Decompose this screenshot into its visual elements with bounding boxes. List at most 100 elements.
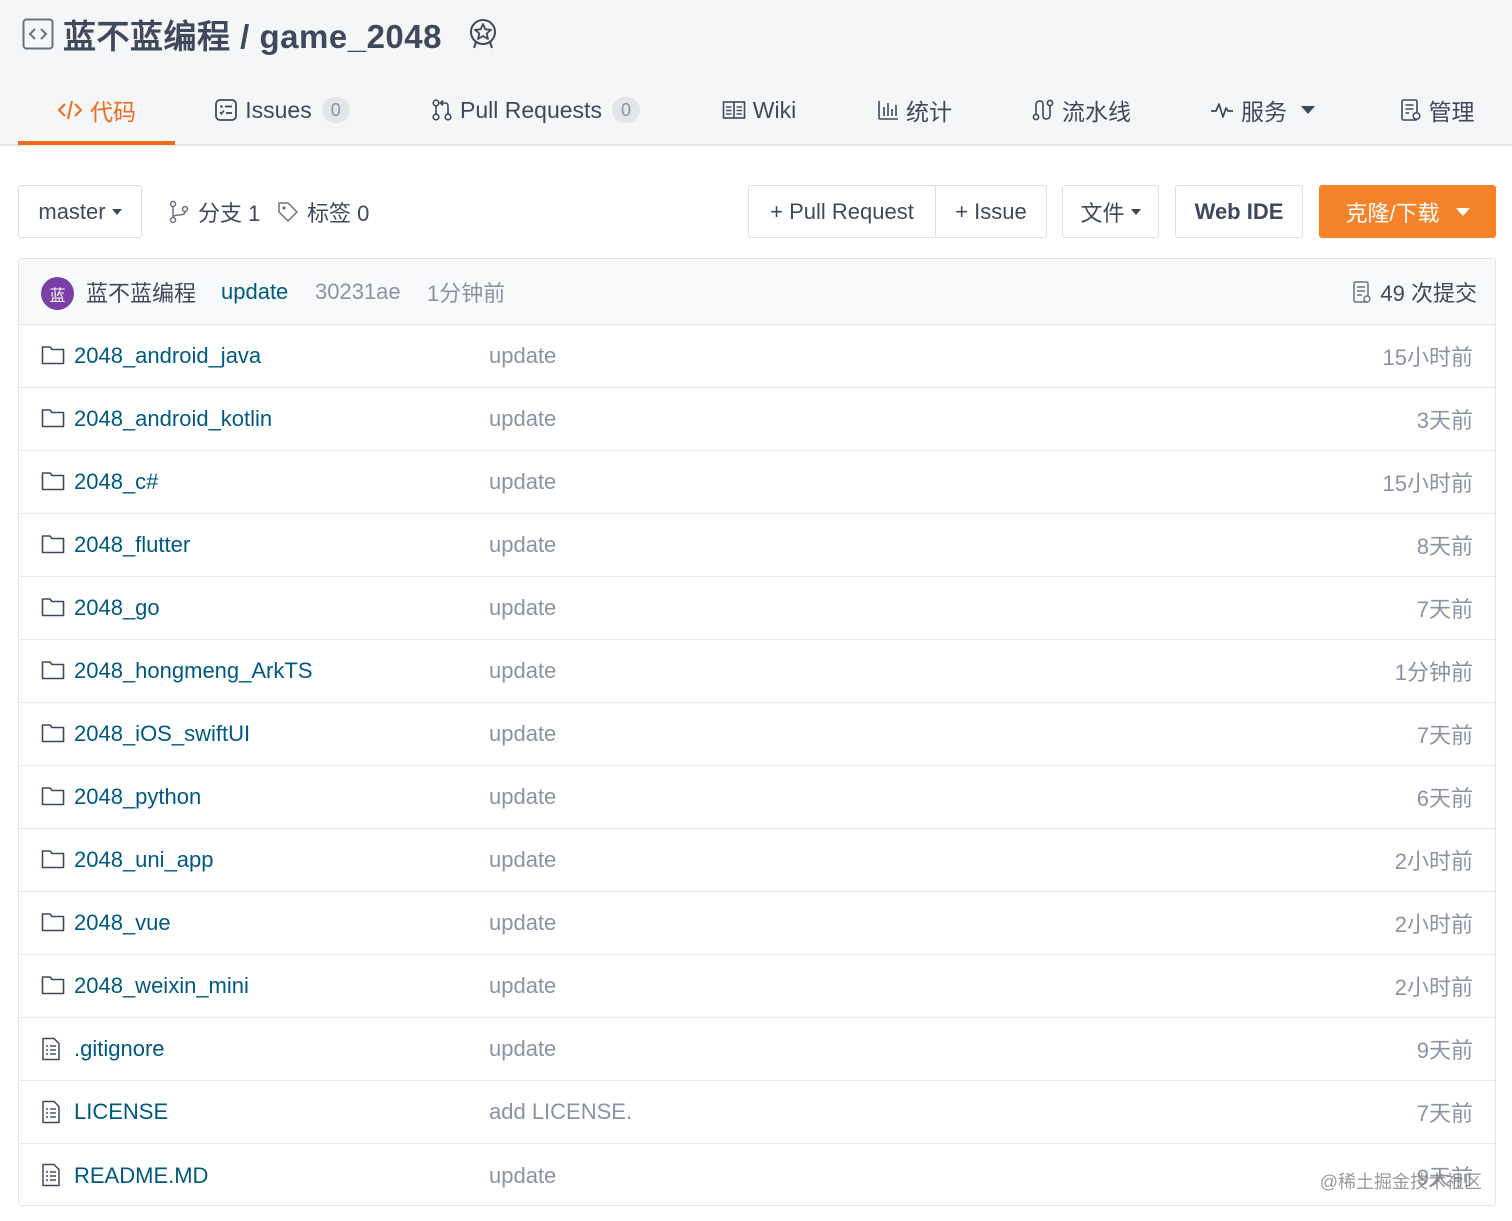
- stats-icon: [878, 101, 898, 120]
- chevron-down-icon: [111, 208, 122, 215]
- file-name-link[interactable]: 2048_android_java: [74, 343, 261, 369]
- watermark: @稀土掘金技术社区: [1319, 1172, 1482, 1192]
- file-commit-time: 2小时前: [1394, 912, 1473, 937]
- file-commit-message[interactable]: update: [489, 784, 556, 810]
- manage-icon: [1400, 99, 1421, 121]
- tab-pipeline[interactable]: 流水线: [1026, 76, 1136, 144]
- folder-icon: [41, 659, 65, 683]
- file-commit-message[interactable]: update: [489, 1163, 556, 1189]
- file-commit-message[interactable]: update: [489, 1036, 556, 1062]
- file-row[interactable]: 2048_android_java update 15小时前: [19, 325, 1495, 388]
- file-commit-time: 8天前: [1416, 534, 1473, 559]
- issues-icon: [215, 99, 238, 121]
- file-commit-message[interactable]: update: [489, 595, 556, 621]
- folder-icon: [41, 533, 65, 557]
- file-name-link[interactable]: README.MD: [74, 1163, 208, 1189]
- file-row[interactable]: 2048_hongmeng_ArkTS update 1分钟前: [19, 640, 1495, 703]
- tab-manage[interactable]: 管理: [1393, 76, 1481, 144]
- tab-issues[interactable]: Issues 0: [212, 76, 352, 144]
- commit-author[interactable]: 蓝不蓝编程: [86, 276, 196, 308]
- file-row[interactable]: 2048_weixin_mini update 2小时前: [19, 955, 1495, 1018]
- branch-icon: [169, 200, 189, 223]
- file-commit-message[interactable]: update: [489, 406, 556, 432]
- tab-issues-label: Issues: [245, 96, 312, 123]
- file-commit-time: 2小时前: [1394, 975, 1473, 1000]
- tab-wiki[interactable]: Wiki: [718, 76, 800, 144]
- file-menu-button[interactable]: 文件: [1062, 185, 1159, 238]
- new-issue-button[interactable]: + Issue: [935, 185, 1047, 238]
- file-commit-time: 3天前: [1416, 408, 1473, 433]
- file-name-link[interactable]: 2048_python: [74, 784, 201, 810]
- tags-link[interactable]: 标签 0: [277, 185, 369, 238]
- file-row[interactable]: 2048_uni_app update 2小时前: [19, 829, 1495, 892]
- code-icon: [57, 100, 83, 120]
- file-row[interactable]: 2048_android_kotlin update 3天前: [19, 388, 1495, 451]
- branches-label: 分支 1: [198, 200, 261, 226]
- file-name-link[interactable]: 2048_c#: [74, 469, 158, 495]
- folder-icon: [41, 911, 65, 935]
- file-commit-message[interactable]: update: [489, 910, 556, 936]
- file-name-link[interactable]: 2048_vue: [74, 910, 171, 936]
- file-menu-label: 文件: [1080, 200, 1125, 226]
- new-pull-request-label: + Pull Request: [770, 198, 914, 224]
- file-row[interactable]: LICENSE add LICENSE. 7天前: [19, 1081, 1495, 1144]
- file-name-link[interactable]: 2048_uni_app: [74, 847, 213, 873]
- latest-commit-bar: 蓝 蓝不蓝编程 update 30231ae 1分钟前 49 次提交: [19, 259, 1495, 325]
- file-row[interactable]: 2048_vue update 2小时前: [19, 892, 1495, 955]
- clone-download-button[interactable]: 克隆/下载: [1319, 185, 1496, 238]
- file-commit-message[interactable]: update: [489, 973, 556, 999]
- tag-icon: [278, 201, 298, 222]
- new-pull-request-button[interactable]: + Pull Request: [748, 185, 936, 238]
- tab-stats[interactable]: 统计: [872, 76, 957, 144]
- tab-code[interactable]: 代码: [18, 76, 175, 145]
- repo-name-link[interactable]: game_2048: [260, 18, 442, 55]
- tab-pull-requests[interactable]: Pull Requests 0: [428, 76, 643, 144]
- file-row[interactable]: 2048_iOS_swiftUI update 7天前: [19, 703, 1495, 766]
- commit-time: 1分钟前: [427, 280, 506, 306]
- commits-icon: [1353, 280, 1372, 303]
- file-row[interactable]: 2048_flutter update 8天前: [19, 514, 1495, 577]
- branch-select[interactable]: master: [18, 185, 142, 238]
- commit-hash[interactable]: 30231ae: [315, 279, 401, 305]
- file-name-link[interactable]: 2048_iOS_swiftUI: [74, 721, 250, 747]
- file-row[interactable]: 2048_python update 6天前: [19, 766, 1495, 829]
- file-name-link[interactable]: 2048_weixin_mini: [74, 973, 249, 999]
- file-commit-message[interactable]: update: [489, 469, 556, 495]
- file-commit-time: 7天前: [1416, 597, 1473, 622]
- file-commit-time: 7天前: [1416, 723, 1473, 748]
- file-row[interactable]: 2048_go update 7天前: [19, 577, 1495, 640]
- file-commit-time: 7天前: [1416, 1101, 1473, 1126]
- tab-service[interactable]: 服务: [1205, 76, 1320, 144]
- file-commit-message[interactable]: update: [489, 721, 556, 747]
- repo-owner-link[interactable]: 蓝不蓝编程: [63, 18, 231, 55]
- branches-link[interactable]: 分支 1: [168, 185, 260, 238]
- file-name-link[interactable]: 2048_flutter: [74, 532, 190, 558]
- file-commit-time: 15小时前: [1382, 471, 1473, 496]
- commit-message[interactable]: update: [221, 279, 288, 305]
- file-name-link[interactable]: 2048_hongmeng_ArkTS: [74, 658, 313, 684]
- file-name-link[interactable]: 2048_go: [74, 595, 160, 621]
- service-icon: [1211, 103, 1233, 118]
- chevron-down-icon: [1455, 207, 1470, 216]
- file-commit-message[interactable]: update: [489, 847, 556, 873]
- file-row[interactable]: .gitignore update 9天前: [19, 1018, 1495, 1081]
- file-commit-message[interactable]: add LICENSE.: [489, 1099, 632, 1125]
- web-ide-button[interactable]: Web IDE: [1175, 185, 1303, 238]
- file-name-link[interactable]: .gitignore: [74, 1036, 165, 1062]
- file-name-link[interactable]: LICENSE: [74, 1099, 168, 1125]
- avatar[interactable]: 蓝: [41, 277, 74, 310]
- file-icon: [41, 1163, 65, 1187]
- folder-icon: [41, 785, 65, 809]
- file-commit-message[interactable]: update: [489, 343, 556, 369]
- file-commit-message[interactable]: update: [489, 658, 556, 684]
- issues-count-badge: 0: [321, 97, 350, 123]
- tab-pipeline-label: 流水线: [1062, 99, 1131, 125]
- recommended-badge-icon[interactable]: [466, 17, 500, 51]
- pull-requests-count-badge: 0: [611, 97, 640, 123]
- file-commit-time: 15小时前: [1382, 345, 1473, 370]
- file-row[interactable]: 2048_c# update 15小时前: [19, 451, 1495, 514]
- file-row[interactable]: README.MD update 9天前: [19, 1144, 1495, 1205]
- commit-count-link[interactable]: 49 次提交: [1352, 276, 1477, 308]
- file-commit-message[interactable]: update: [489, 532, 556, 558]
- file-name-link[interactable]: 2048_android_kotlin: [74, 406, 272, 432]
